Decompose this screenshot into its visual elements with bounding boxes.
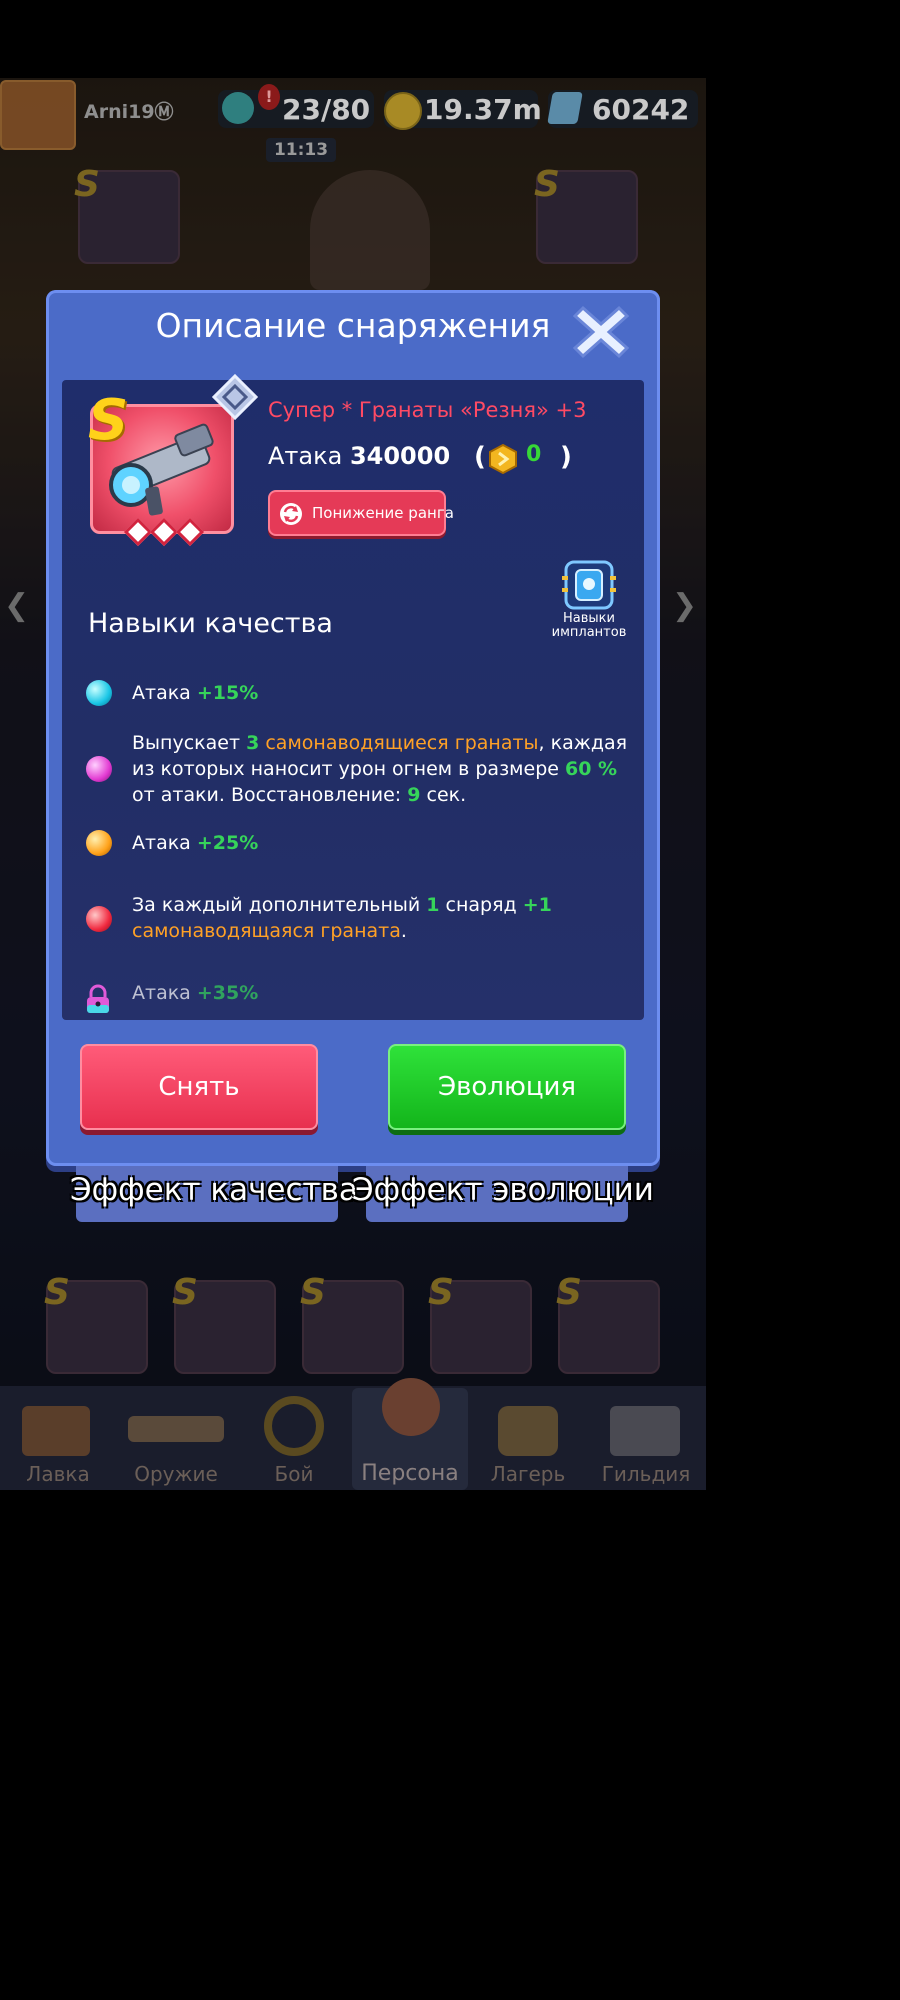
nav-label: Лавка	[26, 1462, 90, 1486]
energy-alert-badge: !	[258, 84, 280, 110]
nav-label: Лагерь	[490, 1462, 566, 1486]
rank-s-label: S	[44, 1272, 70, 1313]
skill-text: .	[400, 920, 407, 942]
red-orb-icon	[86, 906, 112, 932]
magenta-orb-icon	[86, 756, 112, 782]
gems-value: 60242	[592, 93, 690, 126]
persona-icon	[382, 1378, 440, 1436]
skill-value: +15%	[196, 682, 259, 704]
nav-label: Оружие	[134, 1462, 218, 1486]
skill-text: За каждый дополнительный	[132, 894, 427, 916]
guild-icon	[610, 1406, 680, 1456]
nav-label: Гильдия	[601, 1462, 691, 1486]
player-name: Arni19Ⓜ	[84, 101, 174, 123]
attack-stat: Атака 340000	[268, 442, 450, 470]
weapon-icon	[128, 1416, 224, 1442]
skill-value: 1	[426, 894, 440, 916]
skill-text: от атаки. Восстановление:	[132, 784, 408, 806]
skill-text: Выпускает	[132, 732, 247, 754]
skill-highlight: самонаводящаяся граната	[132, 920, 401, 942]
evolve-button-label: Эволюция	[437, 1072, 577, 1102]
orange-orb-icon	[86, 830, 112, 856]
implant-chip-icon[interactable]	[562, 558, 616, 612]
gem-icon	[547, 92, 583, 124]
item-name: Супер * Гранаты «Резня» +3	[268, 398, 587, 422]
skill-attack-35-locked: Атака +35%	[132, 980, 632, 1006]
nav-label: Бой	[274, 1462, 314, 1486]
nav-guild[interactable]: Гильдия	[588, 1388, 704, 1490]
equipment-description-dialog: Описание снаряжения S Супер * Гранаты «Р…	[46, 290, 660, 1166]
skill-text: сек.	[420, 784, 467, 806]
tab-evolution-effect-label: Эффект эволюции	[352, 1172, 654, 1208]
evolve-button[interactable]: Эволюция	[388, 1044, 626, 1130]
item-info-panel: S Супер * Гранаты «Резня» +3 Атака 34000…	[62, 373, 644, 1020]
avatar[interactable]	[0, 80, 76, 150]
skill-text: Атака	[132, 682, 197, 704]
evolution-token-icon	[488, 443, 518, 475]
refresh-icon	[280, 503, 302, 525]
lock-icon	[84, 984, 112, 1014]
remove-button[interactable]: Снять	[80, 1044, 318, 1130]
paren-open: (	[474, 442, 486, 472]
rank-s-label: S	[74, 164, 100, 205]
chevron-left-icon[interactable]: ❮	[4, 588, 29, 623]
tab-quality-effect-label: Эффект качества	[70, 1172, 358, 1208]
skill-value: +35%	[196, 982, 259, 1004]
close-button[interactable]	[572, 304, 630, 360]
nav-shop[interactable]: Лавка	[0, 1388, 116, 1490]
skill-highlight: самонаводящиеся гранаты	[265, 732, 539, 754]
attack-value: 340000	[349, 442, 451, 470]
skill-value: 9	[407, 784, 421, 806]
rank-s-label: S	[172, 1272, 198, 1313]
timer: 11:13	[266, 138, 336, 162]
character-model	[310, 170, 430, 290]
skill-text: Атака	[132, 832, 197, 854]
rank-s-label: S	[534, 164, 560, 205]
quality-skills-title: Навыки качества	[88, 608, 333, 639]
implants-skills-label: Навыки имплантов	[551, 611, 627, 640]
battle-icon	[264, 1396, 324, 1456]
chevron-right-icon[interactable]: ❯	[672, 588, 697, 623]
energy-icon	[222, 92, 254, 124]
gold-coin-icon	[384, 92, 422, 130]
skill-value: 3	[246, 732, 260, 754]
shop-icon	[22, 1406, 90, 1456]
rank-s-label: S	[300, 1272, 326, 1313]
skill-text: снаряд	[439, 894, 523, 916]
gold-value: 19.37m	[424, 93, 542, 126]
close-icon	[572, 305, 630, 359]
skill-value: +25%	[196, 832, 259, 854]
skill-text: Атака	[132, 982, 197, 1004]
nav-camp[interactable]: Лагерь	[470, 1388, 586, 1490]
skill-extra-projectile: За каждый дополнительный 1 снаряд +1 само…	[132, 892, 632, 944]
skill-attack-25: Атака +25%	[132, 830, 632, 856]
cyan-orb-icon	[86, 680, 112, 706]
skill-value: 60 %	[564, 758, 618, 780]
remove-button-label: Снять	[158, 1072, 240, 1102]
rank-s-label: S	[88, 388, 129, 453]
rank-badge-icon	[211, 373, 259, 421]
energy-value: 23/80	[282, 93, 371, 126]
skill-attack-15: Атака +15%	[132, 680, 632, 706]
downgrade-rank-label: Понижение ранга	[312, 504, 454, 522]
dialog-title: Описание снаряжения	[155, 306, 551, 345]
downgrade-rank-button[interactable]: Понижение ранга	[268, 490, 454, 536]
attack-label: Атака	[268, 442, 343, 470]
skill-value: +1	[522, 894, 552, 916]
nav-battle[interactable]: Бой	[236, 1388, 352, 1490]
nav-persona[interactable]: Персона	[352, 1378, 468, 1490]
paren-close: )	[560, 442, 572, 472]
rank-s-label: S	[556, 1272, 582, 1313]
rank-s-label: S	[428, 1272, 454, 1313]
skill-homing-grenades: Выпускает 3 самонаводящиеся гранаты, каж…	[132, 730, 632, 808]
nav-label: Персона	[361, 1461, 459, 1486]
nav-weapons[interactable]: Оружие	[118, 1388, 234, 1490]
camp-icon	[498, 1406, 558, 1456]
token-value: 0	[526, 442, 542, 467]
